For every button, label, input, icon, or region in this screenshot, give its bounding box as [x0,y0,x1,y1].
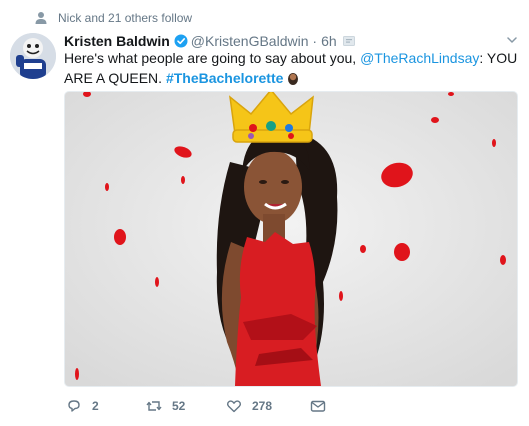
reply-count: 2 [92,399,99,413]
tweet-media-image[interactable] [64,91,518,387]
social-context[interactable]: Nick and 21 others follow [34,9,192,27]
tweet-timestamp[interactable]: 6h [321,33,337,49]
verified-icon [174,34,188,48]
tweet-actions: 2 52 278 [66,396,326,416]
retweet-button[interactable]: 52 [146,398,226,414]
caret-down-icon[interactable] [505,33,519,47]
mention-link[interactable]: @TheRachLindsay [360,50,479,66]
direct-message-button[interactable] [310,398,326,414]
person-icon [35,12,47,24]
avatar[interactable] [10,33,56,79]
avatar-image [10,33,56,79]
like-button[interactable]: 278 [226,398,310,414]
like-count: 278 [252,399,273,413]
social-context-text: Nick and 21 others follow [58,11,193,25]
separator-dot: · [308,33,318,49]
retweet-icon [146,401,162,411]
like-icon [226,400,242,413]
reply-icon [68,400,80,412]
retweet-count: 52 [172,399,186,413]
translate-icon [342,36,355,46]
author-display-name[interactable]: Kristen Baldwin [64,33,170,49]
hashtag-link[interactable]: #TheBachelorette [166,70,283,86]
author-handle[interactable]: @KristenGBaldwin [191,33,309,49]
tweet-text-part1: Here's what people are going to say abou… [64,50,361,66]
hashtag-emoji-icon [288,73,299,85]
message-icon [310,400,326,412]
tweet-text: Here's what people are going to say abou… [64,48,519,88]
media-illustration [65,92,517,386]
reply-button[interactable]: 2 [66,398,146,414]
